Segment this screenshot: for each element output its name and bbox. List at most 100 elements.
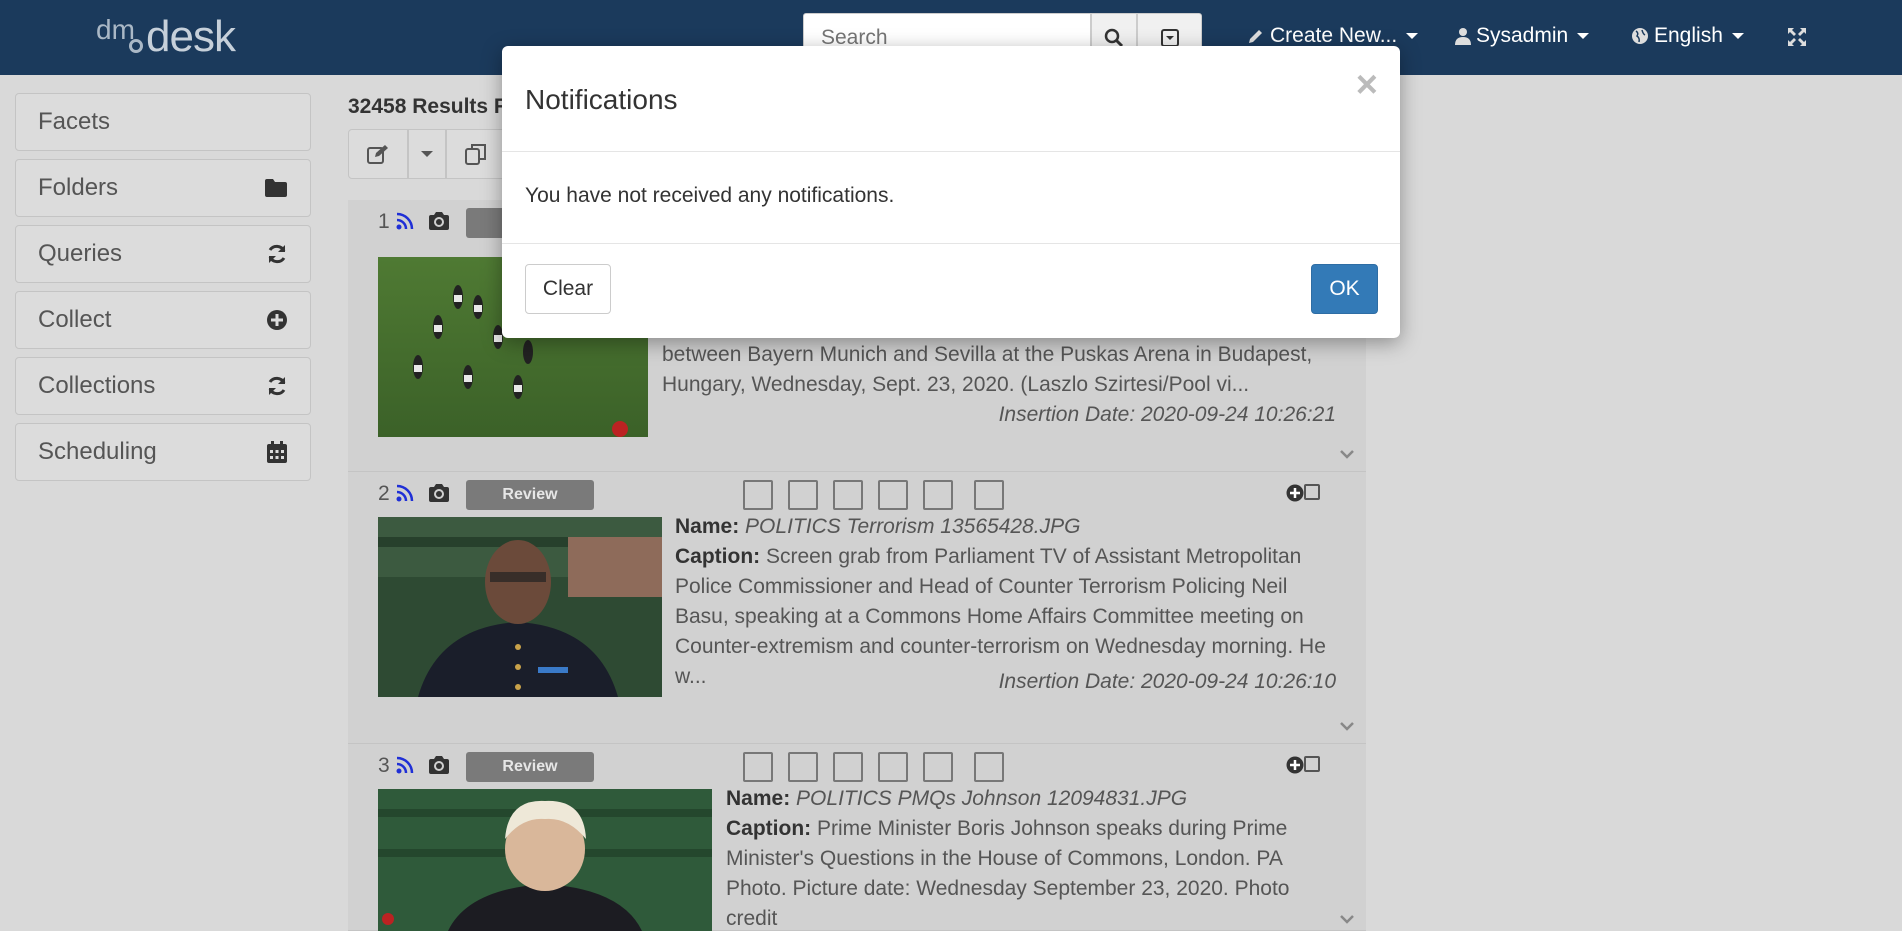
rating-box[interactable] — [788, 752, 818, 782]
modal-body: You have not received any notifications. — [502, 152, 1400, 244]
sidebar-item-collections[interactable]: Collections — [15, 357, 311, 415]
edit-icon — [367, 145, 388, 164]
language-menu[interactable]: English — [1631, 24, 1744, 48]
rating-box[interactable] — [923, 480, 953, 510]
rating-box[interactable] — [833, 480, 863, 510]
refresh-icon — [268, 244, 286, 264]
commons-photo — [378, 789, 712, 931]
rating-box[interactable] — [743, 480, 773, 510]
caption-label: Caption: — [726, 817, 812, 840]
item-thumbnail[interactable] — [378, 789, 712, 931]
camera-icon — [429, 756, 449, 774]
item-name: POLITICS PMQs Johnson 12094831.JPG — [796, 787, 1188, 810]
select-checkbox[interactable] — [1304, 756, 1320, 772]
create-new-label: Create New... — [1270, 24, 1398, 47]
rating-box[interactable] — [974, 480, 1004, 510]
copy-button[interactable] — [446, 129, 506, 179]
logo-desk-text: desk — [146, 12, 236, 61]
sidebar-item-scheduling[interactable]: Scheduling — [15, 423, 311, 481]
results-count: 32458 Results F — [348, 95, 507, 118]
notifications-message: You have not received any notifications. — [525, 184, 895, 207]
refresh-icon — [268, 376, 286, 396]
search-icon — [1104, 28, 1124, 48]
item-number: 1 — [378, 210, 390, 233]
item-name: POLITICS Terrorism 13565428.JPG — [745, 515, 1081, 538]
rating-box[interactable] — [878, 480, 908, 510]
modal-title: Notifications — [525, 84, 678, 115]
sidebar-item-collect[interactable]: Collect — [15, 291, 311, 349]
rating-box[interactable] — [788, 480, 818, 510]
item-details: Name: POLITICS PMQs Johnson 12094831.JPG… — [726, 784, 1346, 931]
status-badge[interactable]: Review — [466, 480, 594, 510]
fullscreen-button[interactable] — [1786, 26, 1808, 48]
edit-button[interactable] — [348, 129, 408, 179]
rss-icon — [396, 212, 414, 230]
caption-label: Caption: — [675, 545, 761, 568]
plus-circle-icon[interactable] — [1286, 756, 1304, 774]
sidebar-item-queries[interactable]: Queries — [15, 225, 311, 283]
expand-icon — [1788, 28, 1806, 46]
caret-down-icon — [1406, 33, 1419, 39]
dm-desk-logo[interactable]: dm desk — [96, 10, 256, 61]
camera-icon — [429, 484, 449, 502]
chevron-down-icon[interactable] — [1340, 719, 1354, 733]
close-icon[interactable]: × — [1356, 66, 1378, 104]
select-checkbox[interactable] — [1304, 484, 1320, 500]
list-item[interactable]: 3 Review Name: POLITICS PMQs Johnson 120… — [348, 744, 1366, 931]
insertion-date: Insertion Date: 2020-09-24 10:26:21 — [998, 403, 1336, 426]
plus-circle-icon — [267, 310, 287, 330]
rating-box[interactable] — [743, 752, 773, 782]
rating-box[interactable] — [833, 752, 863, 782]
clear-button[interactable]: Clear — [525, 264, 611, 314]
copy-icon — [465, 144, 486, 165]
sidebar-item-label: Scheduling — [38, 438, 157, 465]
modal-footer: Clear OK — [502, 244, 1400, 338]
modal-header: Notifications × — [502, 46, 1400, 152]
caret-down-icon — [1577, 33, 1590, 39]
language-label: English — [1654, 24, 1723, 47]
caret-down-icon — [1731, 33, 1744, 39]
user-menu[interactable]: Sysadmin — [1455, 24, 1590, 48]
globe-icon — [1632, 28, 1648, 44]
item-number: 2 — [378, 482, 390, 505]
pencil-icon — [1249, 30, 1262, 43]
rss-icon — [396, 484, 414, 502]
plus-circle-icon[interactable] — [1286, 484, 1304, 502]
status-badge[interactable]: Review — [466, 752, 594, 782]
rss-icon — [396, 756, 414, 774]
sidebar-item-folders[interactable]: Folders — [15, 159, 311, 217]
chevron-down-icon[interactable] — [1340, 447, 1354, 461]
user-icon — [1455, 28, 1471, 45]
edit-dropdown-button[interactable] — [408, 129, 446, 179]
logo-ring — [129, 39, 143, 53]
sidebar-item-label: Folders — [38, 174, 119, 201]
logo-dm-text: dm — [96, 14, 135, 45]
chevron-down-icon[interactable] — [1340, 912, 1354, 926]
officer-photo — [378, 517, 662, 697]
notifications-modal: Notifications × You have not received an… — [502, 46, 1400, 338]
folder-icon — [265, 179, 287, 197]
name-label: Name: — [726, 787, 791, 810]
ok-button[interactable]: OK — [1311, 264, 1378, 314]
item-thumbnail[interactable] — [378, 517, 662, 697]
sidebar-item-label: Facets — [38, 108, 111, 135]
camera-icon — [429, 212, 449, 230]
create-new-menu[interactable]: Create New... — [1247, 24, 1419, 48]
item-details: Name: POLITICS Terrorism 13565428.JPG Ca… — [675, 512, 1345, 692]
item-caption: between Bayern Munich and Sevilla at the… — [662, 343, 1313, 396]
list-item[interactable]: 2 Review Name: POLITICS Terrorism 135654… — [348, 472, 1366, 744]
rating-box[interactable] — [974, 752, 1004, 782]
sidebar-item-label: Collections — [38, 372, 156, 399]
caret-down-icon — [421, 151, 433, 157]
sidebar-item-label: Collect — [38, 306, 112, 333]
sidebar-item-facets[interactable]: Facets — [15, 93, 311, 151]
rating-box[interactable] — [923, 752, 953, 782]
user-name: Sysadmin — [1476, 24, 1569, 47]
item-caption: Screen grab from Parliament TV of Assist… — [675, 545, 1326, 688]
item-number: 3 — [378, 754, 390, 777]
sidebar-item-label: Queries — [38, 240, 123, 267]
rating-box[interactable] — [878, 752, 908, 782]
calendar-icon — [267, 441, 287, 463]
insertion-date: Insertion Date: 2020-09-24 10:26:10 — [998, 670, 1336, 693]
name-label: Name: — [675, 515, 740, 538]
